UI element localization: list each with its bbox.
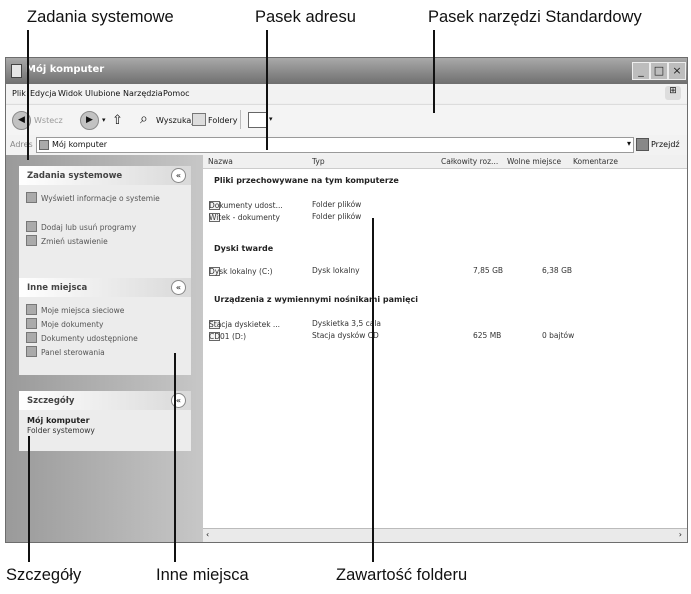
folders-icon	[192, 113, 206, 126]
scroll-left-icon[interactable]: ‹	[206, 530, 209, 539]
menu-file[interactable]: Plik	[12, 89, 26, 98]
views-dropdown-icon[interactable]: ▾	[269, 115, 273, 123]
place-control-panel[interactable]: Panel sterowania	[26, 346, 105, 357]
panel-header[interactable]: Inne miejsca «	[19, 278, 191, 297]
other-places-title: Inne miejsca	[27, 283, 88, 293]
menu-favorites[interactable]: Ulubione	[85, 89, 120, 98]
address-input[interactable]: Mój komputer ▾	[36, 137, 634, 153]
task-add-remove-programs[interactable]: Dodaj lub usuń programy	[26, 221, 136, 232]
search-icon: ⌕	[140, 111, 148, 127]
go-arrow-icon[interactable]	[636, 138, 649, 151]
leader-line-system-tasks	[27, 30, 29, 160]
up-folder-icon[interactable]: ⇧	[112, 113, 123, 128]
panel-header[interactable]: Szczegóły «	[19, 391, 191, 410]
details-name: Mój komputer	[27, 416, 90, 425]
toolbar-separator	[240, 110, 241, 129]
forward-arrow-icon[interactable]: ▶	[80, 111, 99, 130]
window-title: Mój komputer	[26, 64, 105, 75]
address-label: Adres	[10, 140, 33, 149]
standard-toolbar: ◀ Wstecz ▶ ▾ ⇧ ⌕ Wyszukaj Foldery ▾	[6, 104, 687, 136]
callout-folder-content: Zawartość folderu	[336, 566, 468, 584]
explorer-window: Mój komputer _ □ × Plik Edycja Widok Ulu…	[5, 57, 688, 543]
go-button[interactable]: Przejdź	[651, 140, 680, 149]
documents-icon	[26, 318, 37, 329]
menu-view[interactable]: Widok	[58, 89, 83, 98]
details-type: Folder systemowy	[27, 426, 95, 435]
menu-edit[interactable]: Edycja	[30, 89, 56, 98]
task-change-setting[interactable]: Zmień ustawienie	[26, 235, 108, 246]
minimize-button[interactable]: _	[632, 62, 650, 80]
group-hard-drives: Dyski twarde	[214, 244, 274, 253]
column-comments[interactable]: Komentarze	[573, 157, 618, 166]
collapse-chevron-icon[interactable]: «	[171, 168, 186, 183]
computer-icon	[11, 64, 22, 78]
list-item[interactable]: Stacja dyskietek ... Dyskietka 3,5 cala	[203, 318, 687, 330]
forward-dropdown-icon[interactable]: ▾	[102, 116, 106, 124]
place-network[interactable]: Moje miejsca sieciowe	[26, 304, 124, 315]
maximize-button[interactable]: □	[650, 62, 668, 80]
address-value: Mój komputer	[52, 140, 108, 149]
column-type[interactable]: Typ	[312, 157, 325, 166]
callout-address-bar: Pasek adresu	[255, 8, 356, 26]
back-button-label[interactable]: Wstecz	[34, 116, 63, 125]
other-places-panel: Inne miejsca « Moje miejsca sieciowe Moj…	[19, 278, 191, 375]
callout-details: Szczegóły	[6, 566, 82, 584]
leader-line-folder-content	[372, 218, 374, 562]
list-item[interactable]: Dysk lokalny (C:) Dysk lokalny 7,85 GB 6…	[203, 265, 687, 277]
column-free-space[interactable]: Wolne miejsce	[507, 157, 561, 166]
address-bar: Adres Mój komputer ▾ Przejdź	[6, 135, 687, 155]
settings-icon	[26, 235, 37, 246]
details-panel: Szczegóły « Mój komputer Folder systemow…	[19, 391, 191, 451]
callout-other-places: Inne miejsca	[156, 566, 249, 584]
programs-icon	[26, 221, 37, 232]
place-shared-documents[interactable]: Dokumenty udostępnione	[26, 332, 138, 343]
system-tasks-title: Zadania systemowe	[27, 171, 123, 181]
folders-button[interactable]: Foldery	[208, 116, 237, 125]
menu-tools[interactable]: Narzędzia	[123, 89, 163, 98]
column-name[interactable]: Nazwa	[208, 157, 233, 166]
place-my-documents[interactable]: Moje dokumenty	[26, 318, 103, 329]
windows-logo-icon: ⊞	[665, 86, 681, 100]
list-item[interactable]: Dokumenty udost... Folder plików	[203, 199, 687, 211]
title-bar[interactable]: Mój komputer _ □ ×	[6, 58, 687, 84]
group-stored-files: Pliki przechowywane na tym komputerze	[214, 176, 399, 185]
column-headers: Nazwa Typ Całkowity roz... Wolne miejsce…	[203, 155, 687, 169]
leader-line-address	[266, 30, 268, 150]
callout-system-tasks: Zadania systemowe	[27, 8, 174, 26]
search-button[interactable]: Wyszukaj	[156, 116, 194, 125]
leader-line-details	[28, 436, 30, 562]
menu-help[interactable]: Pomoc	[163, 89, 190, 98]
control-panel-icon	[26, 346, 37, 357]
network-icon	[26, 304, 37, 315]
system-tasks-panel: Zadania systemowe « Wyświetl informacje …	[19, 166, 191, 278]
folder-content: Nazwa Typ Całkowity roz... Wolne miejsce…	[203, 155, 687, 542]
leader-line-other-places	[174, 353, 176, 562]
close-button[interactable]: ×	[668, 62, 686, 80]
task-view-system-info[interactable]: Wyświetl informacje o systemie	[26, 192, 160, 203]
callout-standard-toolbar: Pasek narzędzi Standardowy	[428, 8, 642, 26]
info-icon	[26, 192, 37, 203]
list-item[interactable]: Witek - dokumenty Folder plików	[203, 211, 687, 223]
list-item[interactable]: CD01 (D:) Stacja dysków CD 625 MB 0 bajt…	[203, 330, 687, 342]
leader-line-toolbar	[433, 30, 435, 113]
views-icon[interactable]	[248, 112, 268, 128]
folder-icon	[26, 332, 37, 343]
computer-small-icon	[39, 140, 49, 150]
horizontal-scrollbar[interactable]: ‹ ›	[203, 528, 687, 542]
scroll-right-icon[interactable]: ›	[679, 530, 682, 539]
address-dropdown-icon[interactable]: ▾	[627, 139, 631, 148]
group-removable-devices: Urządzenia z wymiennymi nośnikami pamięc…	[214, 295, 419, 304]
menu-bar: Plik Edycja Widok Ulubione Narzędzia Pom…	[6, 84, 687, 103]
details-title: Szczegóły	[27, 396, 75, 406]
column-total-size[interactable]: Całkowity roz...	[441, 157, 498, 166]
panel-header[interactable]: Zadania systemowe «	[19, 166, 191, 185]
collapse-chevron-icon[interactable]: «	[171, 280, 186, 295]
